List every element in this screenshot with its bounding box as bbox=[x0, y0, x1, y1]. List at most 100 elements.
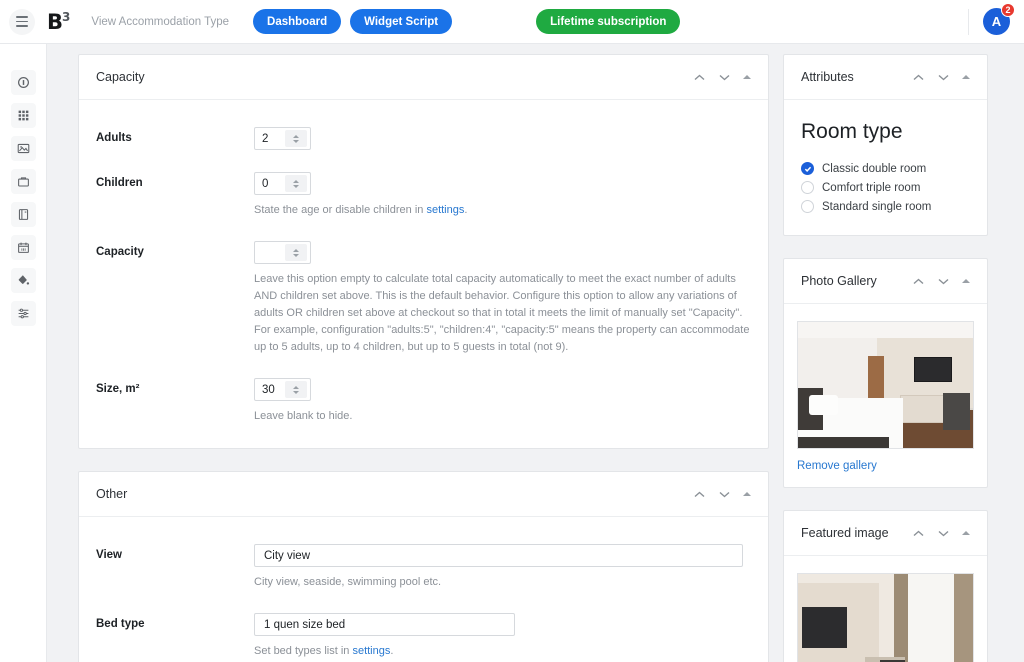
capacity-stepper[interactable] bbox=[284, 244, 307, 262]
adults-stepper[interactable] bbox=[284, 130, 307, 147]
children-input[interactable]: 0 bbox=[254, 172, 311, 195]
chevron-down-icon[interactable] bbox=[718, 488, 731, 501]
view-label: View bbox=[96, 549, 122, 562]
bed-type-hint-text: Set bed types list in bbox=[254, 645, 353, 658]
room-type-option-classic-double[interactable]: Classic double room bbox=[801, 162, 970, 175]
rail-item-settings[interactable] bbox=[10, 301, 36, 326]
chevron-up-icon[interactable] bbox=[693, 71, 706, 84]
featured-thumbnail[interactable] bbox=[797, 573, 974, 662]
sliders-icon bbox=[17, 307, 30, 320]
capacity-hint: Leave this option empty to calculate tot… bbox=[254, 273, 750, 354]
featured-image-body bbox=[784, 556, 987, 662]
menu-toggle-button[interactable] bbox=[9, 8, 35, 35]
collapse-triangle-icon[interactable] bbox=[962, 75, 970, 79]
attributes-panel-body: Room type Classic double room Comfort tr… bbox=[784, 100, 987, 235]
collapse-triangle-icon[interactable] bbox=[743, 75, 751, 79]
adults-label: Adults bbox=[96, 132, 132, 144]
size-row: Size, m² 30 Leave blank to hide. bbox=[96, 378, 751, 425]
size-control: 30 Leave blank to hide. bbox=[254, 378, 751, 425]
room-type-option-label: Comfort triple room bbox=[822, 181, 921, 194]
app-logo[interactable]: B3 bbox=[47, 9, 70, 34]
account-menu[interactable]: A 2 bbox=[983, 3, 1015, 35]
radio-unchecked-icon[interactable] bbox=[801, 181, 814, 194]
hamburger-icon-line bbox=[16, 25, 28, 27]
room-type-option-label: Standard single room bbox=[822, 200, 932, 213]
rail-item-media[interactable] bbox=[10, 136, 36, 161]
remove-gallery-link[interactable]: Remove gallery bbox=[797, 460, 877, 472]
code-icon bbox=[17, 76, 30, 89]
other-panel-title: Other bbox=[96, 487, 128, 502]
room-type-heading: Room type bbox=[801, 120, 903, 143]
bed-type-hint: Set bed types list in settings. bbox=[254, 643, 751, 660]
collapse-triangle-icon[interactable] bbox=[962, 279, 970, 283]
chevron-up-icon[interactable] bbox=[912, 71, 925, 84]
room-type-option-standard-single[interactable]: Standard single room bbox=[801, 200, 970, 213]
book-icon bbox=[17, 208, 30, 221]
photo-gallery-panel-header: Photo Gallery bbox=[784, 259, 987, 304]
page-title: View Accommodation Type bbox=[91, 15, 230, 28]
paint-bucket-icon bbox=[17, 274, 30, 287]
rail-item-code[interactable] bbox=[10, 70, 36, 95]
capacity-panel: Capacity Adults 2 Children 0 State the a… bbox=[78, 54, 769, 450]
briefcase-icon bbox=[17, 175, 30, 188]
other-panel-header: Other bbox=[79, 472, 768, 518]
workspace: Capacity Adults 2 Children 0 State the a… bbox=[47, 44, 1024, 662]
chevron-down-icon[interactable] bbox=[937, 71, 950, 84]
adults-row: Adults 2 bbox=[96, 127, 751, 150]
chevron-down-icon[interactable] bbox=[937, 527, 950, 540]
photo-gallery-panel: Photo Gallery Remove gallery bbox=[783, 258, 988, 488]
rail-item-book[interactable] bbox=[10, 202, 36, 227]
rail-item-bookings[interactable] bbox=[10, 169, 36, 194]
featured-image-panel-title: Featured image bbox=[801, 526, 889, 540]
attributes-panel: Attributes Room type Classic double room… bbox=[783, 54, 988, 236]
topbar-actions: Dashboard Widget Script bbox=[253, 9, 453, 34]
adults-input[interactable]: 2 bbox=[254, 127, 311, 150]
bed-type-input[interactable]: 1 quen size bed bbox=[254, 613, 515, 637]
capacity-input[interactable] bbox=[254, 241, 311, 265]
bed-type-settings-link[interactable]: settings bbox=[352, 645, 390, 657]
chevron-up-icon[interactable] bbox=[912, 275, 925, 288]
logo-letter: B bbox=[47, 9, 63, 34]
size-input[interactable]: 30 bbox=[254, 378, 311, 402]
rail-item-grid[interactable] bbox=[10, 103, 36, 128]
capacity-control: Leave this option empty to calculate tot… bbox=[254, 241, 751, 356]
bed-type-label: Bed type bbox=[96, 618, 145, 631]
other-panel-controls bbox=[693, 488, 751, 501]
capacity-label: Capacity bbox=[96, 246, 144, 259]
room-type-option-comfort-triple[interactable]: Comfort triple room bbox=[801, 181, 970, 194]
children-label: Children bbox=[96, 177, 143, 189]
room-type-option-label: Classic double room bbox=[822, 162, 927, 175]
chevron-down-icon[interactable] bbox=[718, 71, 731, 84]
top-bar: B3 View Accommodation Type Dashboard Wid… bbox=[0, 0, 1024, 44]
logo-superscript: 3 bbox=[62, 9, 70, 24]
view-row: View City view City view, seaside, swimm… bbox=[96, 544, 751, 591]
gallery-thumbnail[interactable] bbox=[797, 321, 974, 449]
chevron-down-icon[interactable] bbox=[937, 275, 950, 288]
collapse-triangle-icon[interactable] bbox=[962, 531, 970, 535]
lifetime-subscription-button[interactable]: Lifetime subscription bbox=[536, 9, 681, 34]
other-panel-body: View City view City view, seaside, swimm… bbox=[79, 517, 768, 662]
capacity-panel-controls bbox=[693, 71, 751, 84]
children-settings-link[interactable]: settings bbox=[426, 204, 464, 216]
view-input[interactable]: City view bbox=[254, 544, 743, 568]
children-control: 0 State the age or disable children in s… bbox=[254, 172, 751, 219]
radio-unchecked-icon[interactable] bbox=[801, 200, 814, 213]
rail-item-appearance[interactable] bbox=[10, 268, 36, 293]
photo-gallery-panel-title: Photo Gallery bbox=[801, 274, 877, 288]
children-stepper[interactable] bbox=[284, 175, 307, 192]
rail-item-calendar[interactable] bbox=[10, 235, 36, 260]
view-control: City view City view, seaside, swimming p… bbox=[254, 544, 751, 591]
children-hint-text: State the age or disable children in bbox=[254, 204, 427, 216]
chevron-up-icon[interactable] bbox=[912, 527, 925, 540]
size-stepper[interactable] bbox=[284, 381, 307, 399]
capacity-panel-title: Capacity bbox=[96, 70, 145, 84]
bed-type-row: Bed type 1 quen size bed Set bed types l… bbox=[96, 613, 751, 660]
chevron-up-icon[interactable] bbox=[693, 488, 706, 501]
dashboard-button[interactable]: Dashboard bbox=[253, 9, 342, 34]
radio-checked-icon[interactable] bbox=[801, 162, 814, 175]
topbar-divider bbox=[968, 8, 969, 35]
children-hint-suffix: . bbox=[464, 204, 468, 216]
widget-script-button[interactable]: Widget Script bbox=[350, 9, 453, 34]
grid-icon bbox=[17, 109, 30, 122]
collapse-triangle-icon[interactable] bbox=[743, 492, 751, 497]
